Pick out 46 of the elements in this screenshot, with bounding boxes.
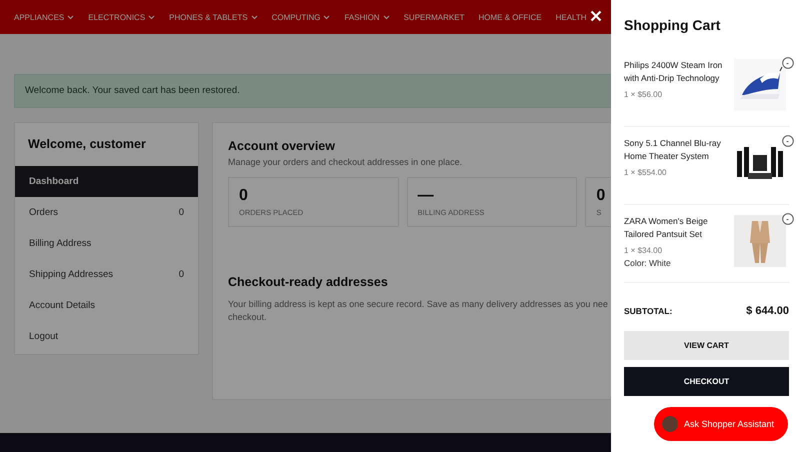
subtotal-value: $ 644.00 [746, 305, 789, 317]
chevron-down-icon [323, 14, 330, 20]
checkout-button[interactable]: CHECKOUT [624, 367, 789, 396]
sidebar-item[interactable]: Shipping Addresses 0 [15, 259, 198, 290]
product-price: 1 × $554.00 [624, 168, 668, 177]
sidebar-item[interactable]: Logout [15, 321, 198, 352]
section-title: Checkout-ready addresses [228, 275, 389, 289]
remove-icon[interactable] [782, 57, 794, 69]
stat-value: 0 [596, 187, 606, 205]
sidebar-item[interactable]: Orders 0 [15, 197, 198, 228]
sidebar-item[interactable]: Dashboard [15, 166, 198, 197]
product-price: 1 × $56.00 [624, 90, 664, 99]
nav-link[interactable]: HOME & OFFICE [478, 12, 542, 22]
section-subtitle: Manage your orders and checkout addresses in one place. [228, 157, 464, 167]
success-alert: Welcome back. Your saved cart has been restored. [14, 74, 611, 108]
sidebar-item[interactable]: Billing Address [15, 228, 198, 259]
sidebar-item[interactable]: Account Details [15, 290, 198, 321]
nav-link[interactable]: HEALTH [556, 12, 587, 22]
product-name[interactable]: Philips 2400W Steam Iron with Anti-Drip Technology [624, 59, 732, 85]
nav-link[interactable]: SUPERMARKET [404, 12, 464, 22]
nav-link[interactable]: PHONES & TABLETS [169, 12, 258, 22]
chevron-down-icon [250, 14, 258, 20]
assistant-button[interactable]: Ask Shopper Assistant [654, 407, 788, 441]
stat-value: — [418, 187, 435, 205]
nav-link[interactable]: FASHION [344, 12, 390, 22]
nav-link[interactable]: ELECTRONICS [88, 12, 156, 22]
stat-value: 0 [239, 187, 249, 205]
chevron-down-icon [148, 14, 156, 20]
product-price: 1 × $34.00 [624, 246, 664, 255]
product-option: Color: White [624, 258, 732, 268]
view-cart-button[interactable]: VIEW CART [624, 331, 789, 360]
nav-link[interactable]: COMPUTING [272, 12, 330, 22]
sidebar-title: Welcome, customer [27, 136, 147, 153]
cart-title: Shopping Cart [624, 17, 722, 33]
section-title: Account overview [228, 139, 336, 153]
addresses-description: Your billing address is kept as one secure record. Save as many delivery addresses as you nee checkout. [228, 298, 609, 324]
nav-link[interactable]: APPLIANCES [14, 12, 74, 22]
remove-icon[interactable] [782, 135, 794, 147]
remove-icon[interactable] [782, 213, 794, 225]
chevron-down-icon [67, 14, 74, 20]
chevron-down-icon [382, 14, 390, 20]
product-name[interactable]: ZARA Women's Beige Tailored Pantsuit Set [624, 215, 732, 241]
close-icon[interactable] [590, 10, 602, 22]
product-name[interactable]: Sony 5.1 Channel Blu-ray Home Theater System [624, 137, 732, 163]
avatar-icon [662, 416, 678, 432]
subtotal-label: SUBTOTAL: [624, 306, 672, 316]
